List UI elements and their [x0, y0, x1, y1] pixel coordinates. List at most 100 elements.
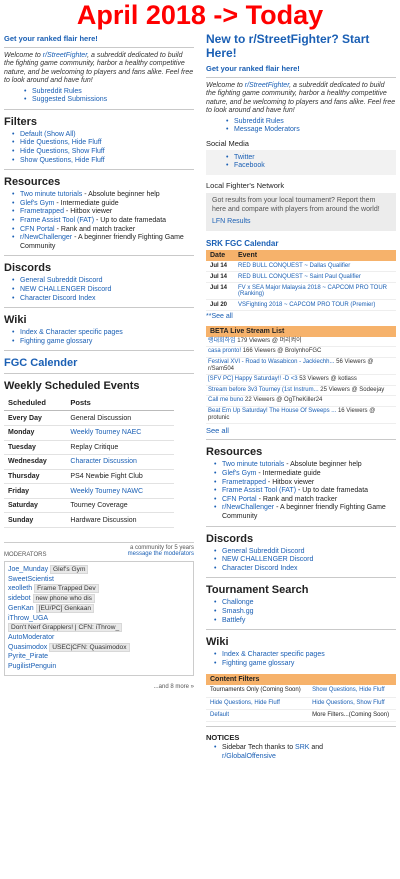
fgc-calendar-link[interactable]: FGC Calender: [4, 357, 194, 369]
globaloffensive-link[interactable]: r/GlobalOffensive: [222, 753, 276, 760]
list-item: Stream before 3v3 Tourney (1st Instrum..…: [206, 386, 396, 397]
resource-item: CFN Portal - Rank and match tracker: [214, 496, 396, 505]
subreddit-rules-link[interactable]: Subreddit Rules: [226, 118, 396, 127]
stream-link[interactable]: casa pronto!: [208, 348, 241, 354]
resource-link[interactable]: r/NewChallenger: [20, 234, 72, 241]
ranked-flair-link[interactable]: Get your ranked flair here!: [4, 34, 194, 43]
moderator-name[interactable]: Quasimodox: [8, 644, 47, 651]
filter-show-questions-hide-fluff[interactable]: Show Questions, Hide Fluff: [12, 157, 194, 166]
stream-link[interactable]: Call me buno: [208, 397, 243, 403]
moderator-name[interactable]: SweetScientist: [8, 576, 54, 583]
stream-meta: 179 Viewers @ 머리켜이: [235, 337, 302, 344]
discord-link[interactable]: NEW CHALLENGER Discord: [214, 556, 396, 565]
moderator-name[interactable]: xeolleth: [8, 585, 32, 592]
table-row: Default More Filters...(Coming Soon): [206, 709, 396, 722]
filter-cell[interactable]: Show Questions, Hide Fluff: [308, 685, 396, 698]
moderators-box: MODERATORS a community for 5 years messa…: [4, 542, 194, 690]
suggested-submissions-link[interactable]: Suggested Submissions: [24, 96, 194, 105]
resource-link[interactable]: Two minute tutorials: [20, 191, 82, 198]
moderator-row: GenKan [EU/PC] Genkaan: [8, 603, 190, 614]
discord-link[interactable]: Character Discord Index: [12, 295, 194, 304]
wiki-link[interactable]: Fighting game glossary: [12, 338, 194, 347]
filter-cell[interactable]: Hide Questions, Show Fluff: [308, 697, 396, 710]
discord-link[interactable]: NEW CHALLENGER Discord: [12, 286, 194, 295]
resource-desc: - Rank and match tracker: [54, 225, 136, 233]
battlefy-link[interactable]: Battlefy: [214, 617, 396, 626]
divider: [4, 169, 194, 171]
facebook-link[interactable]: Facebook: [226, 162, 396, 171]
subreddit-link[interactable]: r/StreetFighter: [43, 52, 87, 59]
stream-link[interactable]: Beat Em Up Saturday! The House Of Sweeps…: [208, 408, 336, 414]
resource-link[interactable]: CFN Portal: [20, 226, 55, 233]
see-all-calendar-link[interactable]: **See all: [206, 313, 396, 320]
srk-link[interactable]: SRK: [295, 744, 309, 751]
moderator-flair: USEC|CFN: Quasimodox: [49, 642, 130, 652]
moderator-row: Pyrite_Pirate: [8, 652, 190, 662]
subreddit-link[interactable]: r/StreetFighter: [245, 82, 289, 89]
resource-link[interactable]: Frame Assist Tool (FAT): [222, 487, 296, 494]
resource-link[interactable]: Frametrapped: [20, 208, 64, 215]
moderator-name[interactable]: sidebot: [8, 595, 31, 602]
moderator-name[interactable]: Pyrite_Pirate: [8, 653, 48, 660]
resource-link[interactable]: r/NewChallenger: [222, 504, 274, 511]
discord-link[interactable]: Character Discord Index: [214, 565, 396, 574]
filter-cell[interactable]: Default: [206, 709, 309, 722]
event-link[interactable]: RED BULL CONQUEST ~ Saint Paul Qualifier: [234, 271, 396, 283]
schedule-post: PS4 Newbie Fight Club: [66, 469, 174, 485]
filter-hide-questions-show-fluff[interactable]: Hide Questions, Show Fluff: [12, 148, 194, 157]
resource-desc: - Absolute beginner help: [284, 461, 362, 469]
challonge-link[interactable]: Challonge: [214, 599, 396, 608]
event-link[interactable]: RED BULL CONQUEST ~ Dallas Qualifier: [234, 260, 396, 272]
subreddit-rules-link[interactable]: Subreddit Rules: [24, 88, 194, 97]
schedule-post[interactable]: Weekly Tourney NAWC: [66, 483, 174, 499]
lfn-results-link[interactable]: LFN Results: [212, 218, 390, 227]
more-moderators-link[interactable]: ...and 8 more »: [4, 684, 194, 690]
moderator-list: Joe_Munday Glef's Gym SweetScientist xeoll…: [4, 561, 194, 676]
moderators-header: MODERATORS a community for 5 years messa…: [4, 545, 194, 558]
list-item: 랭대회하임 179 Viewers @ 머리켜이: [206, 337, 396, 348]
schedule-post[interactable]: Character Discussion: [66, 454, 174, 470]
smashgg-link[interactable]: Smash.gg: [214, 608, 396, 617]
stream-link[interactable]: [SFV PC] Happy Saturday!! -D <3: [208, 376, 298, 382]
moderators-meta: a community for 5 years message the mode…: [128, 545, 194, 558]
resource-item: Glef's Gym - Intermediate guide: [214, 470, 396, 479]
twitter-link[interactable]: Twitter: [226, 154, 396, 163]
see-all-streams-link[interactable]: See all: [206, 426, 396, 435]
srk-calendar-table: Date Event Jul 14 RED BULL CONQUEST ~ Dal…: [206, 249, 396, 311]
stream-link[interactable]: Festival XVI - Road to Wasabicon - Jacki…: [208, 359, 335, 365]
stream-link[interactable]: Stream before 3v3 Tourney (1st Instrum..…: [208, 387, 319, 393]
resource-link[interactable]: CFN Portal: [222, 496, 257, 503]
resource-link[interactable]: Glef's Gym: [222, 470, 256, 477]
wiki-link[interactable]: Index & Character specific pages: [12, 329, 194, 338]
wiki-link[interactable]: Fighting game glossary: [214, 660, 396, 669]
welcome-title[interactable]: New to r/StreetFighter? Start Here!: [206, 32, 396, 60]
resource-link[interactable]: Glef's Gym: [20, 200, 54, 207]
stream-meta: 22 Viewers @ OgTheKiller24: [243, 397, 323, 404]
event-link[interactable]: VSFighting 2018 ~ CAPCOM PRO TOUR (Premi…: [234, 299, 396, 311]
resource-link[interactable]: Frametrapped: [222, 479, 266, 486]
discord-link[interactable]: General Subreddit Discord: [12, 277, 194, 286]
ranked-flair-link[interactable]: Get your ranked flair here!: [206, 64, 396, 73]
moderator-name[interactable]: PugilistPenguin: [8, 663, 56, 670]
discord-link[interactable]: General Subreddit Discord: [214, 548, 396, 557]
stream-link[interactable]: 랭대회하임: [208, 338, 236, 344]
resource-link[interactable]: Two minute tutorials: [222, 461, 284, 468]
message-moderators-link[interactable]: message the moderators: [128, 551, 194, 557]
schedule-post[interactable]: Weekly Tourney NAEC: [66, 425, 174, 441]
wiki-link[interactable]: Index & Character specific pages: [214, 651, 396, 660]
filter-hide-questions-hide-fluff[interactable]: Hide Questions, Hide Fluff: [12, 139, 194, 148]
filter-default[interactable]: Default (Show All): [12, 131, 194, 140]
moderator-name[interactable]: AutoModerator: [8, 634, 54, 641]
table-row: Wednesday Character Discussion: [4, 454, 174, 470]
event-link[interactable]: FV x SEA Major Malaysia 2018 ~ CAPCOM PR…: [234, 282, 396, 300]
social-media-box: Twitter Facebook: [206, 149, 396, 175]
moderator-name[interactable]: GenKan: [8, 605, 34, 612]
moderator-name[interactable]: Joe_Munday: [8, 566, 48, 573]
resource-link[interactable]: Frame Assist Tool (FAT): [20, 217, 94, 224]
srk-calendar-heading[interactable]: SRK FGC Calendar: [206, 239, 396, 248]
schedule-day: Monday: [4, 425, 67, 441]
message-moderators-link[interactable]: Message Moderators: [226, 126, 396, 135]
moderator-flair: Don't Nerf Grapplers! | CFN: iThrow_: [8, 623, 123, 633]
filter-cell[interactable]: Hide Questions, Hide Fluff: [206, 697, 309, 710]
moderator-name[interactable]: iThrow_UGA: [8, 615, 48, 622]
